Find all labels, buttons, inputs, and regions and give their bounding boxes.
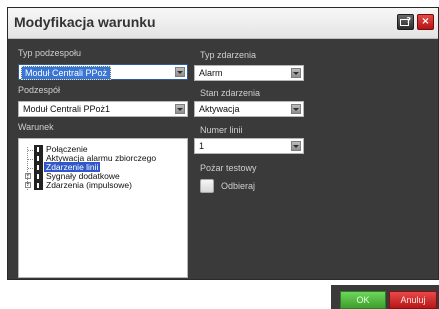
pozar-testowy-label: Pożar testowy [200, 163, 257, 173]
node-icon [34, 172, 43, 181]
chevron-down-icon[interactable] [175, 104, 185, 114]
stan-zdarzenia-label: Stan zdarzenia [200, 88, 261, 98]
node-icon [34, 145, 43, 154]
expand-icon[interactable]: + [25, 173, 31, 179]
stan-zdarzenia-value: Aktywacja [199, 104, 240, 114]
typ-zdarzenia-label: Typ zdarzenia [200, 50, 257, 60]
warunek-label: Warunek [18, 122, 54, 132]
title-bar: Modyfikacja warunku ? × [8, 8, 438, 39]
chevron-down-icon[interactable] [291, 68, 301, 78]
chevron-down-icon[interactable] [291, 104, 301, 114]
close-icon: × [421, 16, 430, 27]
cancel-button[interactable]: Anuluj [389, 291, 437, 309]
warunek-tree[interactable]: Połączenie Aktywacja alarmu zbiorczego Z… [18, 138, 188, 278]
typ-zdarzenia-select[interactable]: Alarm [194, 65, 304, 81]
typ-podzespolu-select[interactable]: Moduł Centrali PPoż [18, 64, 188, 80]
node-icon [34, 163, 43, 172]
dialog-window: Modyfikacja warunku ? × Typ podzespołu M… [7, 7, 439, 280]
tree-item[interactable]: + Zdarzenia (impulsowe) [19, 180, 184, 191]
help-button[interactable]: ? [397, 14, 414, 30]
node-icon [34, 154, 43, 163]
tree-connector [28, 168, 33, 169]
podzespol-value: Moduł Centrali PPoż1 [23, 104, 111, 114]
numer-linii-select[interactable]: 1 [194, 138, 304, 154]
help-icon: ? [406, 16, 411, 25]
podzespol-label: Podzespół [18, 85, 61, 95]
tree-connector [28, 150, 33, 151]
chevron-down-icon[interactable] [291, 141, 301, 151]
typ-zdarzenia-value: Alarm [199, 68, 223, 78]
numer-linii-label: Numer linii [200, 125, 243, 135]
numer-linii-value: 1 [199, 141, 205, 151]
typ-podzespolu-value: Moduł Centrali PPoż [21, 66, 112, 80]
dialog-title: Modyfikacja warunku [14, 14, 156, 30]
podzespol-select[interactable]: Moduł Centrali PPoż1 [18, 101, 188, 117]
stan-zdarzenia-select[interactable]: Aktywacja [194, 101, 304, 117]
tree-item-label: Zdarzenia (impulsowe) [46, 180, 132, 190]
odbieraj-label: Odbieraj [221, 181, 256, 191]
chevron-down-icon[interactable] [175, 67, 185, 77]
close-button[interactable]: × [417, 14, 434, 30]
typ-podzespolu-label: Typ podzespołu [18, 48, 82, 58]
tree-connector [28, 159, 33, 160]
node-icon [34, 181, 43, 190]
ok-button[interactable]: OK [340, 291, 386, 309]
expand-icon[interactable]: + [25, 182, 31, 188]
odbieraj-checkbox[interactable] [200, 179, 214, 193]
